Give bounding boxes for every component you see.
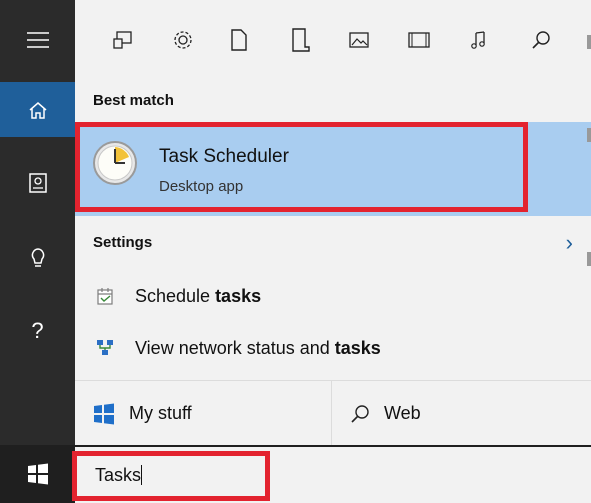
network-status-prefix: View network status and [135,337,335,358]
apps-filter-button[interactable] [109,26,137,54]
windows-start-icon [27,463,48,485]
filter-toolbar [75,0,591,80]
best-match-heading: Best match [93,92,174,109]
web-scope-label: Web [384,403,421,423]
lightbulb-icon [31,247,44,267]
settings-expand-chevron-icon[interactable]: › [566,230,573,256]
folder-icon [292,28,310,52]
settings-result-schedule-tasks[interactable]: Schedule tasks [75,270,591,322]
scrollbar-marker [587,252,591,266]
reminders-button[interactable] [0,230,75,285]
windows-logo-icon [94,403,114,424]
network-status-icon [93,336,117,360]
my-stuff-label: My stuff [129,403,192,423]
schedule-tasks-prefix: Schedule [135,285,216,306]
search-results-panel: Best match Task Scheduler Desktop app Se… [75,0,591,446]
scrollbar-marker [587,35,591,49]
settings-result-network-status[interactable]: View network status and tasks [75,322,591,374]
notebook-icon [28,172,47,193]
best-match-title: Task Scheduler [159,146,289,167]
document-icon [231,29,247,51]
folders-filter-button[interactable] [287,26,315,54]
music-icon [471,31,485,49]
search-query-text: Tasks [95,465,142,485]
video-icon [408,32,430,48]
notebook-button[interactable] [0,155,75,210]
scope-divider [331,381,332,446]
picture-icon [349,32,369,48]
home-button[interactable] [0,82,75,137]
settings-filter-button[interactable] [169,26,197,54]
network-status-bold: tasks [334,337,381,358]
documents-filter-button[interactable] [225,26,253,54]
question-mark-icon: ? [31,317,44,343]
settings-heading: Settings [93,234,153,251]
search-icon [532,31,550,49]
left-rail: ? [0,0,75,445]
gear-icon [174,31,192,49]
music-filter-button[interactable] [465,26,493,54]
my-stuff-button[interactable]: My stuff [93,381,323,446]
home-icon [29,101,46,119]
start-button[interactable] [0,445,75,503]
task-scheduler-clock-icon [93,141,137,185]
text-caret [141,465,143,485]
apps-icon [113,31,132,49]
web-filter-button[interactable] [527,26,555,54]
web-scope-button[interactable]: Web [350,381,580,446]
bottom-scope-bar: My stuff Web [75,380,591,446]
hamburger-menu-button[interactable] [0,12,75,67]
help-button[interactable]: ? [0,303,75,358]
scrollbar-marker [587,128,591,142]
taskbar: Tasks [0,445,591,503]
best-match-result[interactable]: Task Scheduler Desktop app [75,122,591,216]
videos-filter-button[interactable] [405,26,433,54]
schedule-tasks-bold: tasks [215,285,262,306]
best-match-subtitle: Desktop app [159,178,244,195]
hamburger-icon [26,31,49,48]
photos-filter-button[interactable] [345,26,373,54]
web-search-icon [351,404,369,423]
search-box[interactable]: Tasks [75,447,591,503]
schedule-tasks-icon [93,284,117,308]
